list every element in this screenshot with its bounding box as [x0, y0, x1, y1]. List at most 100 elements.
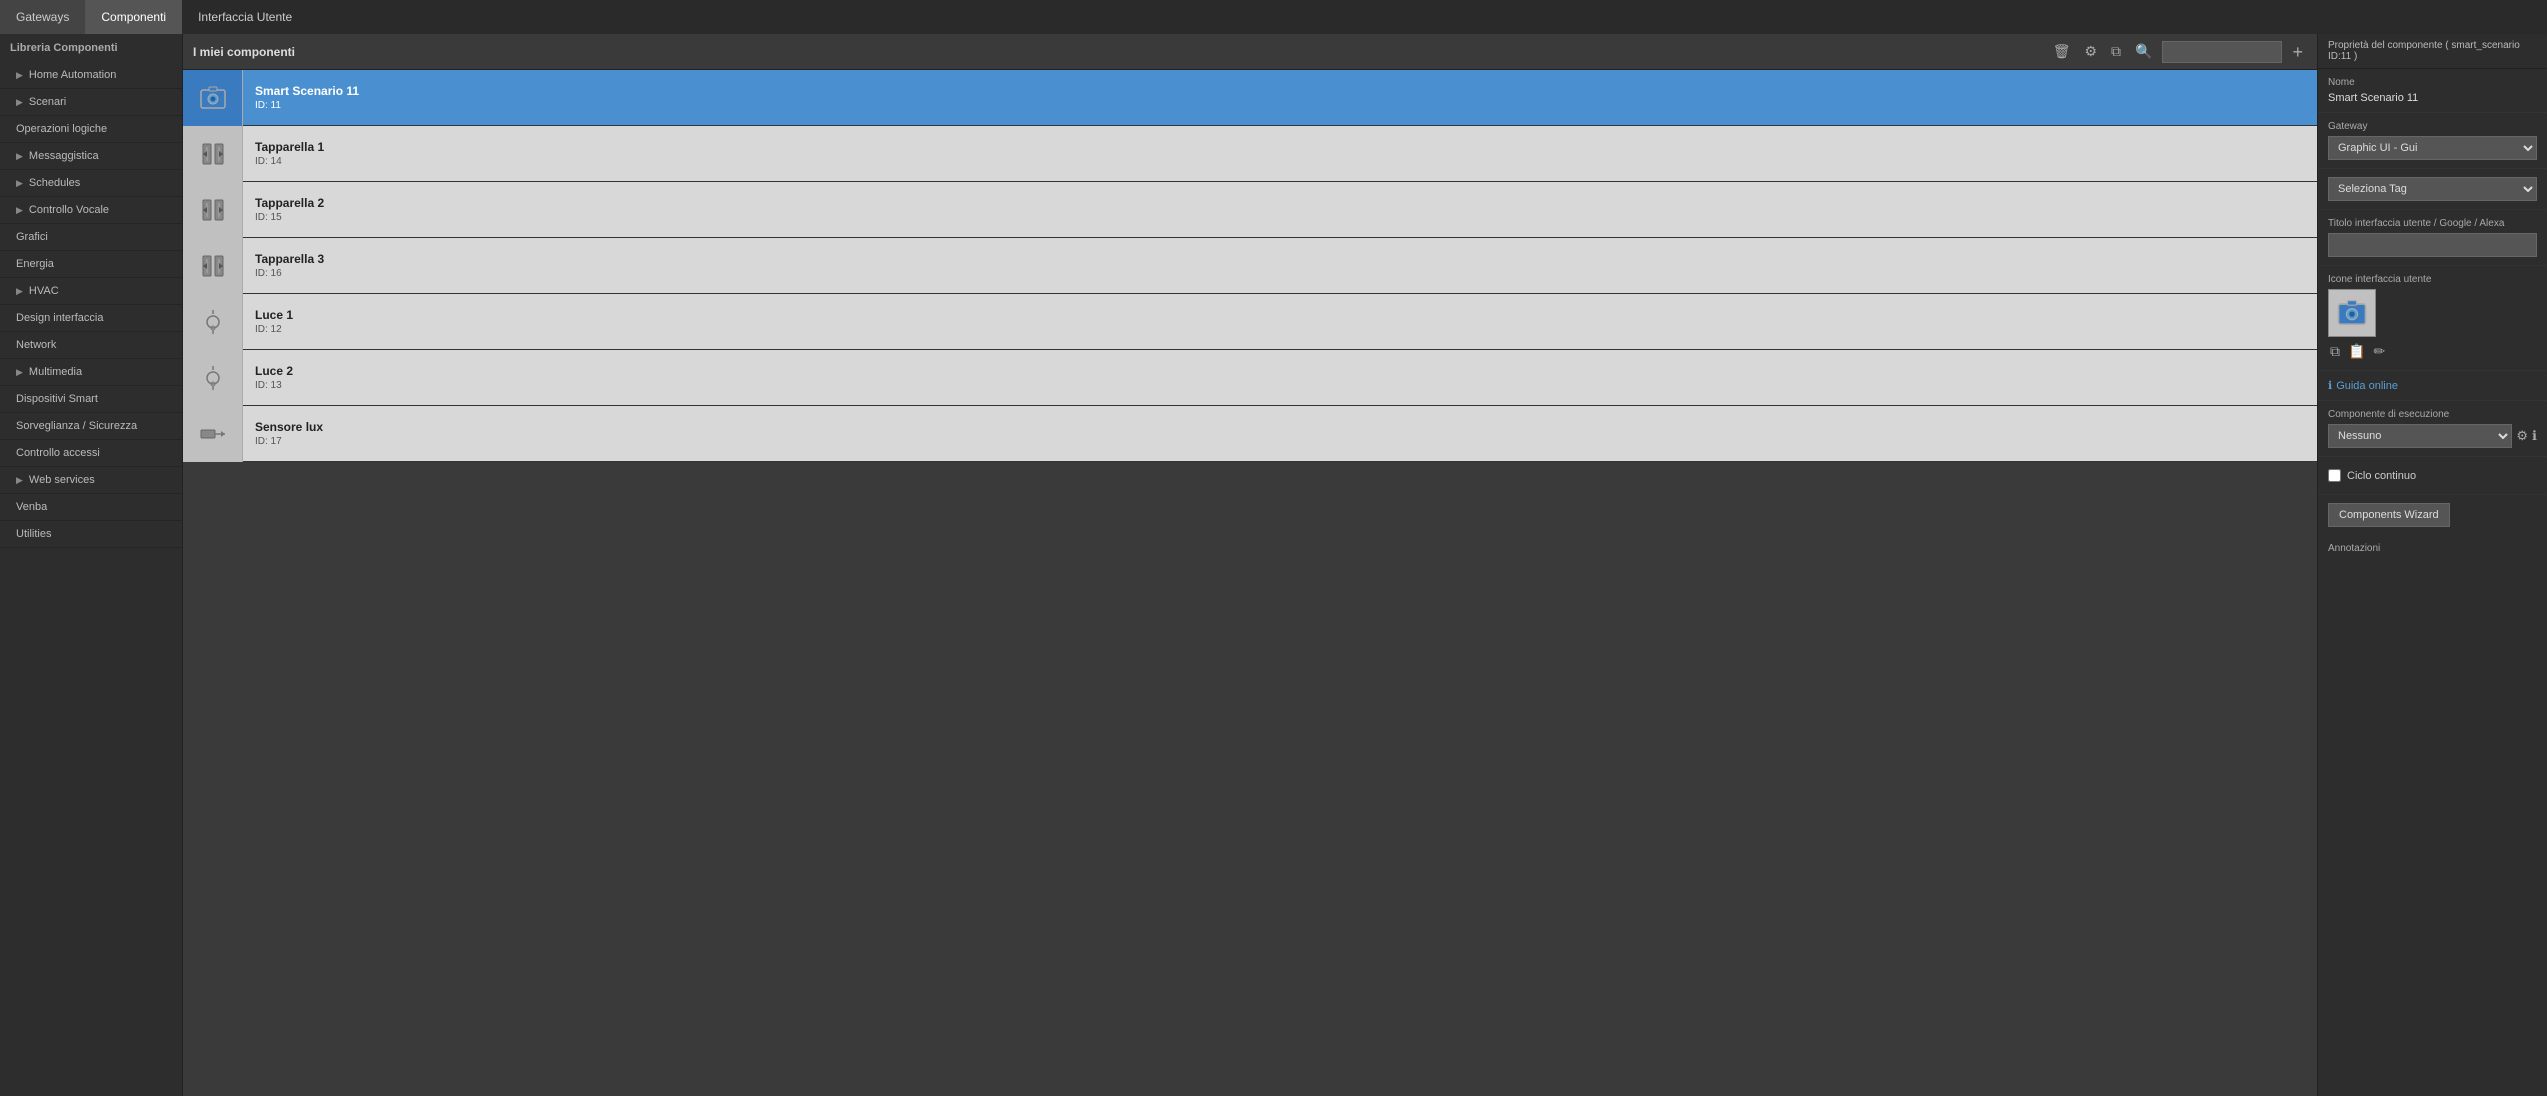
icone-section: Icone interfaccia utente ⧉ 📋 ✏ [2318, 266, 2547, 371]
exec-row: Nessuno ⚙ ℹ [2328, 424, 2537, 448]
sidebar-item-sorveglianza[interactable]: Sorveglianza / Sicurezza [0, 413, 182, 440]
component-id: ID: 16 [255, 268, 324, 279]
sidebar-item-utilities[interactable]: Utilities [0, 521, 182, 548]
sidebar-item-operazioni[interactable]: Operazioni logiche [0, 116, 182, 143]
settings-button[interactable]: ⚙ [2080, 41, 2101, 62]
component-icon-blind [183, 126, 243, 182]
arrow-icon: ▶ [16, 151, 23, 162]
guida-link[interactable]: ℹ Guida online [2328, 379, 2537, 392]
component-info: Luce 2 ID: 13 [243, 364, 305, 391]
componente-section: Componente di esecuzione Nessuno ⚙ ℹ [2318, 401, 2547, 457]
component-row[interactable]: Tapparella 3 ID: 16 [183, 238, 2317, 294]
component-list: Smart Scenario 11 ID: 11 [183, 70, 2317, 1096]
tag-select[interactable]: Seleziona Tag [2328, 177, 2537, 201]
component-info: Tapparella 2 ID: 15 [243, 196, 336, 223]
component-icon-blind [183, 238, 243, 294]
sidebar-item-grafici[interactable]: Grafici [0, 224, 182, 251]
component-name: Luce 2 [255, 364, 293, 378]
sidebar: Libreria Componenti ▶ Home Automation ▶ … [0, 34, 183, 1096]
sidebar-item-multimedia[interactable]: ▶ Multimedia [0, 359, 182, 386]
componente-select[interactable]: Nessuno [2328, 424, 2512, 448]
arrow-icon: ▶ [16, 70, 23, 81]
sidebar-item-web-services[interactable]: ▶ Web services [0, 467, 182, 494]
component-row[interactable]: Luce 2 ID: 13 [183, 350, 2317, 406]
main-layout: Libreria Componenti ▶ Home Automation ▶ … [0, 34, 2547, 1096]
add-button[interactable]: + [2288, 43, 2307, 61]
gateway-section: Gateway Graphic UI - Gui [2318, 113, 2547, 169]
sidebar-item-scenari[interactable]: ▶ Scenari [0, 89, 182, 116]
top-navigation: Gateways Componenti Interfaccia Utente [0, 0, 2547, 34]
tag-section: Seleziona Tag [2318, 169, 2547, 210]
titolo-section: Titolo interfaccia utente / Google / Ale… [2318, 210, 2547, 266]
right-panel: Proprietà del componente ( smart_scenari… [2317, 34, 2547, 1096]
component-row[interactable]: Luce 1 ID: 12 [183, 294, 2317, 350]
sidebar-item-controllo-accessi[interactable]: Controllo accessi [0, 440, 182, 467]
component-name: Tapparella 3 [255, 252, 324, 266]
sidebar-item-home-automation[interactable]: ▶ Home Automation [0, 62, 182, 89]
arrow-icon: ▶ [16, 286, 23, 297]
component-icon-light [183, 294, 243, 350]
gateway-select[interactable]: Graphic UI - Gui [2328, 136, 2537, 160]
nav-interfaccia[interactable]: Interfaccia Utente [182, 0, 308, 34]
arrow-icon: ▶ [16, 97, 23, 108]
component-info: Tapparella 3 ID: 16 [243, 252, 336, 279]
nome-section: Nome Smart Scenario 11 [2318, 69, 2547, 113]
search-input[interactable] [2162, 41, 2282, 63]
component-id: ID: 15 [255, 212, 324, 223]
icon-copy-button[interactable]: ⧉ [2328, 341, 2342, 362]
componente-label: Componente di esecuzione [2328, 409, 2537, 420]
components-wizard-button[interactable]: Components Wizard [2328, 503, 2450, 527]
icone-label: Icone interfaccia utente [2328, 274, 2537, 285]
arrow-icon: ▶ [16, 367, 23, 378]
ciclo-checkbox[interactable] [2328, 469, 2341, 482]
component-name: Tapparella 1 [255, 140, 324, 154]
component-row[interactable]: Sensore lux ID: 17 [183, 406, 2317, 462]
wizard-section: Components Wizard [2318, 495, 2547, 535]
sidebar-item-dispositivi[interactable]: Dispositivi Smart [0, 386, 182, 413]
sidebar-item-energia[interactable]: Energia [0, 251, 182, 278]
nav-componenti[interactable]: Componenti [85, 0, 182, 34]
delete-button[interactable]: 🗑 [2049, 41, 2075, 62]
component-id: ID: 12 [255, 324, 293, 335]
exec-settings-button[interactable]: ⚙ [2516, 428, 2528, 444]
gateway-label: Gateway [2328, 121, 2537, 132]
exec-info-button[interactable]: ℹ [2532, 428, 2537, 444]
component-icon-camera [183, 70, 243, 126]
component-name: Smart Scenario 11 [255, 84, 359, 98]
ciclo-label: Ciclo continuo [2347, 470, 2416, 482]
nav-gateways[interactable]: Gateways [0, 0, 85, 34]
copy-button[interactable]: ⧉ [2107, 41, 2125, 62]
component-row[interactable]: Tapparella 1 ID: 14 [183, 126, 2317, 182]
search-icon-button[interactable]: 🔍 [2131, 41, 2156, 62]
component-name: Tapparella 2 [255, 196, 324, 210]
sidebar-item-network[interactable]: Network [0, 332, 182, 359]
nome-label: Nome [2328, 77, 2537, 88]
sidebar-item-controllo-vocale[interactable]: ▶ Controllo Vocale [0, 197, 182, 224]
component-icon-blind [183, 182, 243, 238]
component-info: Sensore lux ID: 17 [243, 420, 335, 447]
component-info: Smart Scenario 11 ID: 11 [243, 84, 371, 111]
component-id: ID: 17 [255, 436, 323, 447]
sidebar-item-hvac[interactable]: ▶ HVAC [0, 278, 182, 305]
component-icon-light [183, 350, 243, 406]
component-name: Luce 1 [255, 308, 293, 322]
sidebar-item-design[interactable]: Design interfaccia [0, 305, 182, 332]
component-info: Tapparella 1 ID: 14 [243, 140, 336, 167]
titolo-input[interactable] [2328, 233, 2537, 257]
arrow-icon: ▶ [16, 178, 23, 189]
sidebar-item-schedules[interactable]: ▶ Schedules [0, 170, 182, 197]
icon-edit-button[interactable]: ✏ [2371, 341, 2387, 362]
icon-paste-button[interactable]: 📋 [2346, 341, 2367, 362]
icon-actions: ⧉ 📋 ✏ [2328, 341, 2537, 362]
sidebar-item-venba[interactable]: Venba [0, 494, 182, 521]
sidebar-item-messaggistica[interactable]: ▶ Messaggistica [0, 143, 182, 170]
component-row[interactable]: Smart Scenario 11 ID: 11 [183, 70, 2317, 126]
list-actions: 🗑 ⚙ ⧉ 🔍 + [2049, 41, 2307, 63]
info-icon: ℹ [2328, 379, 2332, 392]
ciclo-section: Ciclo continuo [2318, 457, 2547, 495]
content-area: I miei componenti 🗑 ⚙ ⧉ 🔍 + [183, 34, 2317, 1096]
component-row[interactable]: Tapparella 2 ID: 15 [183, 182, 2317, 238]
annotazioni-section: Annotazioni [2318, 535, 2547, 566]
component-name: Sensore lux [255, 420, 323, 434]
right-panel-title: Proprietà del componente ( smart_scenari… [2318, 34, 2547, 69]
